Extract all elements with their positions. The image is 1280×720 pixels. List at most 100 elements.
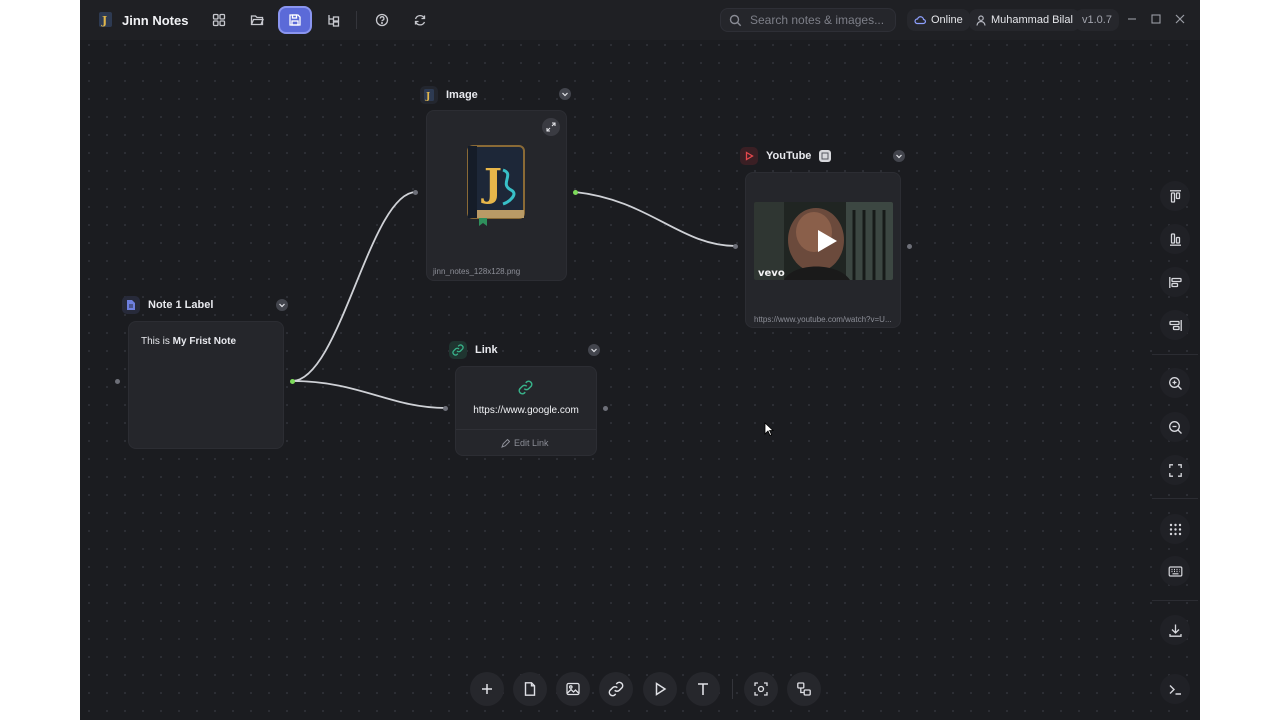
- youtube-node-title: YouTube: [766, 150, 812, 162]
- align-top-button[interactable]: [1160, 181, 1190, 211]
- terminal-button[interactable]: [1160, 674, 1190, 704]
- note-body-bold: My Frist Note: [172, 336, 237, 347]
- chevron-down-icon: [591, 348, 597, 353]
- fit-view-icon: [1168, 463, 1182, 477]
- terminal-icon: [1169, 684, 1181, 695]
- image-node-collapse[interactable]: [559, 88, 571, 100]
- zoom-in-button[interactable]: [1160, 368, 1190, 398]
- note-node-card[interactable]: This is My Frist Note: [128, 321, 284, 449]
- link-icon: [608, 681, 624, 697]
- chevron-down-icon: [562, 92, 568, 97]
- image-filename: jinn_notes_128x128.png: [433, 267, 521, 276]
- download-icon: [1168, 624, 1182, 637]
- keyboard-shortcuts-button[interactable]: [1160, 556, 1190, 586]
- zoom-out-icon: [1168, 420, 1182, 434]
- app-window: J Jinn Notes Search notes & images... On: [80, 0, 1200, 720]
- play-icon: [818, 230, 837, 252]
- youtube-thumbnail[interactable]: vevo: [754, 202, 893, 280]
- note-node-title: Note 1 Label: [148, 299, 214, 311]
- align-right-button[interactable]: [1160, 310, 1190, 340]
- video-play-button[interactable]: [812, 227, 840, 255]
- capture-button[interactable]: [744, 672, 778, 706]
- link-glyph: [518, 380, 533, 400]
- logo-letter: J: [481, 160, 502, 205]
- image-icon: [566, 682, 580, 696]
- vevo-watermark: vevo: [758, 268, 785, 279]
- add-text-button[interactable]: [686, 672, 720, 706]
- external-link-icon: [821, 152, 829, 160]
- keyboard-icon: [1168, 565, 1182, 577]
- add-video-button[interactable]: [643, 672, 677, 706]
- fit-view-button[interactable]: [1160, 455, 1190, 485]
- note-input-handle[interactable]: [115, 379, 120, 384]
- arrange-icon: [797, 682, 811, 696]
- image-output-handle[interactable]: [573, 190, 578, 195]
- grid-toggle-button[interactable]: [1160, 514, 1190, 544]
- add-node-button[interactable]: [470, 672, 504, 706]
- sidebar-divider: [1152, 354, 1198, 355]
- link-input-handle[interactable]: [443, 406, 448, 411]
- zoom-in-icon: [1168, 376, 1182, 390]
- youtube-output-handle[interactable]: [907, 244, 912, 249]
- link-node-collapse[interactable]: [588, 344, 600, 356]
- align-left-icon: [1168, 276, 1182, 288]
- link-node-header[interactable]: Link: [449, 341, 498, 359]
- link-url[interactable]: https://www.google.com: [456, 405, 596, 416]
- align-bottom-icon: [1169, 232, 1181, 246]
- align-right-icon: [1168, 319, 1182, 331]
- grid-dots-icon: [1169, 523, 1181, 535]
- youtube-open-button[interactable]: [819, 150, 832, 162]
- link-node-icon: [449, 341, 467, 359]
- note-output-handle[interactable]: [290, 379, 295, 384]
- align-top-icon: [1169, 189, 1181, 203]
- note-icon: [524, 682, 536, 696]
- edge-image-to-youtube[interactable]: [574, 191, 737, 247]
- image-node-title: Image: [446, 89, 478, 101]
- link-node-title: Link: [475, 344, 498, 356]
- image-node-header[interactable]: J Image: [420, 86, 478, 104]
- add-link-button[interactable]: [599, 672, 633, 706]
- link-node-card[interactable]: https://www.google.com Edit Link: [455, 366, 597, 456]
- play-icon: [655, 682, 667, 696]
- align-left-button[interactable]: [1160, 267, 1190, 297]
- edge-note-to-image[interactable]: [291, 191, 417, 382]
- image-input-handle[interactable]: [413, 190, 418, 195]
- expand-icon: [546, 122, 556, 132]
- image-node-card[interactable]: J jinn_notes_128x128.png: [426, 110, 567, 281]
- sidebar-divider: [1152, 600, 1198, 601]
- auto-arrange-button[interactable]: [787, 672, 821, 706]
- edit-link-label: Edit Link: [514, 438, 549, 448]
- add-note-button[interactable]: [513, 672, 547, 706]
- play-icon: [745, 151, 754, 161]
- add-icon: [482, 684, 492, 694]
- edge-note-to-link[interactable]: [291, 380, 447, 409]
- edit-link-button[interactable]: Edit Link: [501, 438, 549, 448]
- note-node-icon: [122, 296, 140, 314]
- youtube-node-header[interactable]: YouTube: [740, 147, 832, 165]
- link-icon: [452, 344, 464, 356]
- link-divider: [456, 429, 596, 430]
- expand-image-button[interactable]: [542, 118, 560, 136]
- image-node-icon: J: [420, 86, 438, 104]
- zoom-out-button[interactable]: [1160, 412, 1190, 442]
- youtube-node-collapse[interactable]: [893, 150, 905, 162]
- note-node-collapse[interactable]: [276, 299, 288, 311]
- add-image-button[interactable]: [556, 672, 590, 706]
- youtube-node-icon: [740, 147, 758, 165]
- text-icon: [698, 683, 708, 695]
- youtube-url: https://www.youtube.com/watch?v=U...: [754, 315, 892, 324]
- pencil-icon: [501, 438, 510, 448]
- chevron-down-icon: [279, 303, 285, 308]
- bottom-toolbar-divider: [732, 679, 733, 699]
- chevron-down-icon: [896, 154, 902, 159]
- screenshot-icon: [754, 682, 768, 696]
- link-icon: [518, 380, 533, 395]
- note-body[interactable]: This is My Frist Note: [141, 336, 236, 347]
- sidebar-divider: [1152, 498, 1198, 499]
- download-button[interactable]: [1160, 615, 1190, 645]
- youtube-input-handle[interactable]: [733, 244, 738, 249]
- link-output-handle[interactable]: [603, 406, 608, 411]
- note-node-header[interactable]: Note 1 Label: [122, 296, 213, 314]
- align-bottom-button[interactable]: [1160, 224, 1190, 254]
- youtube-node-card[interactable]: vevo https://www.youtube.com/watch?v=U..…: [745, 172, 901, 328]
